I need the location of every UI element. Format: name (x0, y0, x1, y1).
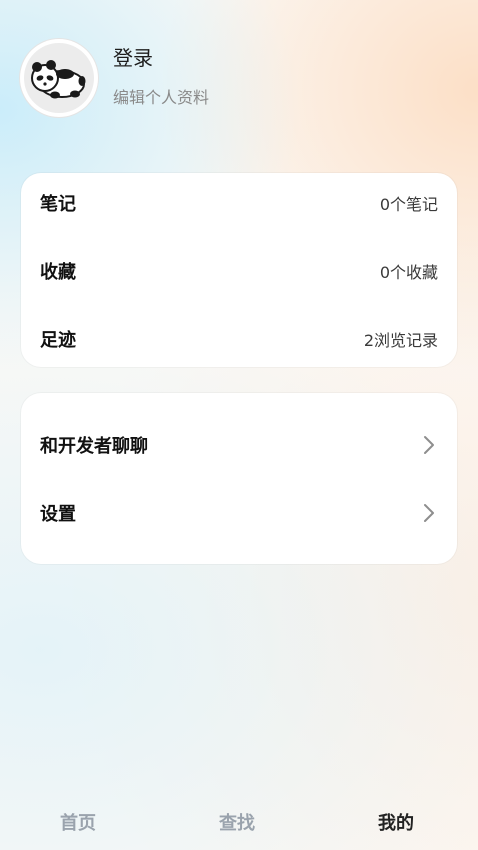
stats-label: 笔记 (40, 194, 76, 215)
stats-value: 0个笔记 (379, 195, 438, 214)
stats-row-history[interactable]: 足迹 2浏览记录 (21, 319, 457, 359)
chevron-right-icon (424, 504, 434, 522)
stats-row-notes[interactable]: 笔记 0个笔记 (21, 183, 457, 223)
menu-item-label: 设置 (40, 504, 76, 525)
menu-card: 和开发者聊聊 设置 (21, 393, 457, 564)
chevron-right-icon (424, 436, 434, 454)
menu-item-label: 和开发者聊聊 (40, 436, 148, 457)
menu-item-settings[interactable]: 设置 (21, 493, 457, 533)
tab-home[interactable]: 首页 (60, 809, 96, 835)
avatar[interactable] (20, 39, 98, 117)
stats-label: 足迹 (40, 330, 76, 351)
login-link[interactable]: 登录 (113, 42, 153, 71)
stats-row-favorites[interactable]: 收藏 0个收藏 (21, 251, 457, 291)
panda-icon (31, 60, 86, 99)
menu-item-chat-with-developer[interactable]: 和开发者聊聊 (21, 425, 457, 465)
tab-mine[interactable]: 我的 (378, 809, 414, 835)
avatar-image (24, 43, 94, 113)
edit-profile-link[interactable]: 编辑个人资料 (113, 84, 209, 108)
stats-label: 收藏 (40, 262, 76, 283)
stats-value: 0个收藏 (379, 263, 438, 282)
stats-card: 笔记 0个笔记 收藏 0个收藏 足迹 2浏览记录 (21, 173, 457, 367)
tab-search[interactable]: 查找 (219, 809, 255, 835)
stats-value: 2浏览记录 (363, 331, 438, 350)
bottom-tab-bar: 首页 查找 我的 (0, 795, 478, 850)
